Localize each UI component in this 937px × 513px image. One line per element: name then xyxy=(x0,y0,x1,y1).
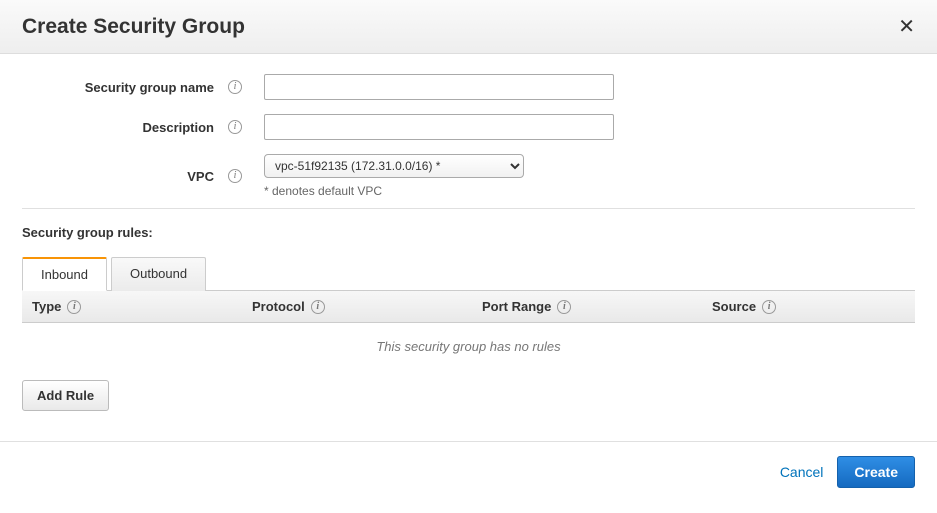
col-source-label: Source xyxy=(712,299,756,314)
modal-title: Create Security Group xyxy=(22,15,245,39)
vpc-label: VPC xyxy=(22,169,222,184)
cancel-button[interactable]: Cancel xyxy=(780,464,824,480)
info-icon[interactable]: i xyxy=(228,80,242,94)
create-button[interactable]: Create xyxy=(837,456,915,488)
col-source: Source i xyxy=(712,299,905,314)
no-rules-message: This security group has no rules xyxy=(22,323,915,370)
info-icon[interactable]: i xyxy=(557,300,571,314)
modal-footer: Cancel Create xyxy=(0,441,937,502)
col-protocol: Protocol i xyxy=(252,299,482,314)
col-port-range-label: Port Range xyxy=(482,299,551,314)
rules-tabs: Inbound Outbound xyxy=(22,256,915,291)
tab-inbound[interactable]: Inbound xyxy=(22,257,107,291)
modal-header: Create Security Group ✕ xyxy=(0,0,937,54)
col-type-label: Type xyxy=(32,299,61,314)
info-icon[interactable]: i xyxy=(228,169,242,183)
info-icon[interactable]: i xyxy=(67,300,81,314)
info-icon[interactable]: i xyxy=(228,120,242,134)
col-port-range: Port Range i xyxy=(482,299,712,314)
col-protocol-label: Protocol xyxy=(252,299,305,314)
col-type: Type i xyxy=(32,299,252,314)
divider xyxy=(22,208,915,209)
row-description: Description i xyxy=(22,114,915,140)
rules-table-header: Type i Protocol i Port Range i Source i xyxy=(22,291,915,323)
vpc-select[interactable]: vpc-51f92135 (172.31.0.0/16) * xyxy=(264,154,524,178)
security-group-name-label: Security group name xyxy=(22,80,222,95)
vpc-default-note: * denotes default VPC xyxy=(264,184,524,198)
modal-body: Security group name i Description i VPC … xyxy=(0,54,937,421)
security-group-name-input[interactable] xyxy=(264,74,614,100)
close-icon[interactable]: ✕ xyxy=(898,14,915,39)
rules-section-label: Security group rules: xyxy=(22,225,915,240)
description-input[interactable] xyxy=(264,114,614,140)
row-vpc: VPC i vpc-51f92135 (172.31.0.0/16) * * d… xyxy=(22,154,915,198)
info-icon[interactable]: i xyxy=(311,300,325,314)
info-icon[interactable]: i xyxy=(762,300,776,314)
row-security-group-name: Security group name i xyxy=(22,74,915,100)
description-label: Description xyxy=(22,120,222,135)
add-rule-button[interactable]: Add Rule xyxy=(22,380,109,411)
tab-outbound[interactable]: Outbound xyxy=(111,257,206,291)
